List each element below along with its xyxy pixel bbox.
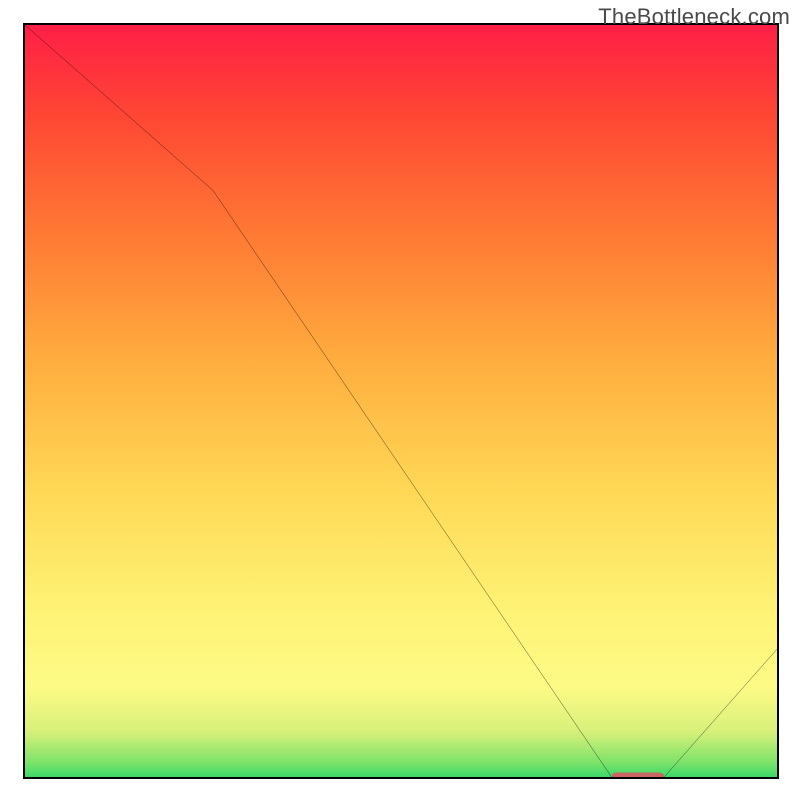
plot-area <box>25 25 777 777</box>
chart-svg <box>25 25 777 777</box>
chart-stage: TheBottleneck.com <box>0 0 800 800</box>
background-rect <box>25 25 777 777</box>
flat-segment-marker <box>612 772 665 777</box>
watermark-label: TheBottleneck.com <box>598 4 790 30</box>
